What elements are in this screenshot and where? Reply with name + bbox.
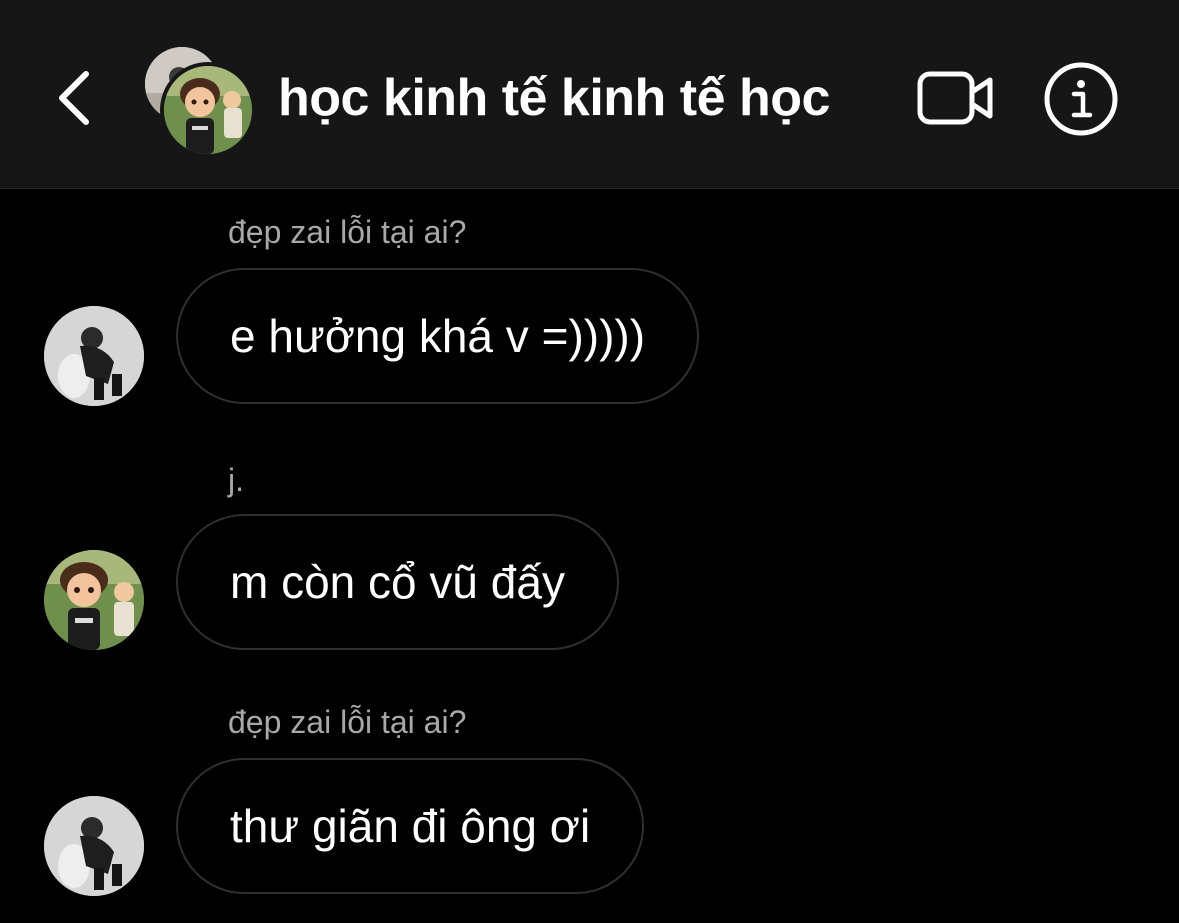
message-text: e hưởng khá v =))))) xyxy=(230,310,646,362)
chat-title[interactable]: học kinh tế kinh tế học xyxy=(278,66,830,130)
info-icon xyxy=(1044,62,1118,136)
video-camera-icon xyxy=(917,71,993,125)
message-text: m còn cổ vũ đấy xyxy=(230,556,565,608)
avatar[interactable] xyxy=(44,550,144,650)
avatar[interactable] xyxy=(44,796,144,896)
message-row: j. m còn cổ vũ đấy xyxy=(0,456,1179,656)
message-bubble[interactable]: thư giãn đi ông ơi xyxy=(176,758,645,894)
sender-name: đẹp zai lỗi tại ai? xyxy=(228,214,467,250)
message-bubble[interactable]: e hưởng khá v =))))) xyxy=(176,268,700,404)
message-bubble[interactable]: m còn cổ vũ đấy xyxy=(176,514,619,650)
back-button[interactable] xyxy=(46,62,102,134)
group-avatar[interactable] xyxy=(140,42,256,158)
group-avatar-front xyxy=(160,62,256,158)
avatar[interactable] xyxy=(44,306,144,406)
message-text: thư giãn đi ông ơi xyxy=(230,800,591,852)
chat-header: học kinh tế kinh tế học xyxy=(0,0,1179,189)
sender-name: j. xyxy=(228,462,244,498)
video-call-button[interactable] xyxy=(912,62,1000,134)
chat-screen: học kinh tế kinh tế học đẹp zai lỗi tại … xyxy=(0,0,1179,923)
message-row: đẹp zai lỗi tại ai? thư giãn đi ông ơi xyxy=(0,700,1179,900)
info-button[interactable] xyxy=(1040,58,1122,140)
chevron-left-icon xyxy=(59,71,89,125)
message-row: đẹp zai lỗi tại ai? e hưởng khá v =))))) xyxy=(0,210,1179,410)
sender-name: đẹp zai lỗi tại ai? xyxy=(228,704,467,740)
